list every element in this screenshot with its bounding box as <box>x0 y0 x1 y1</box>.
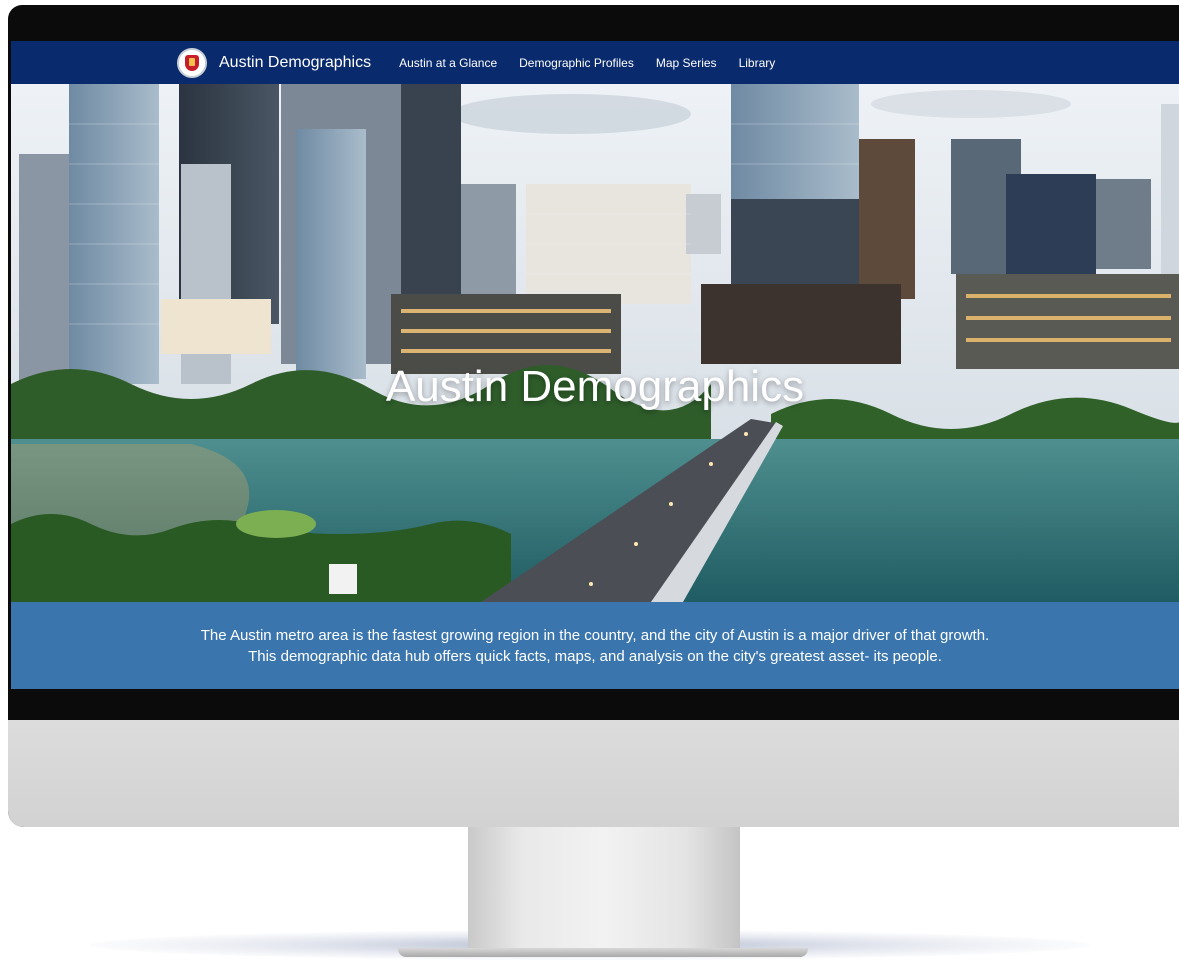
city-skyline-image <box>11 84 1179 602</box>
nav-austin-at-a-glance[interactable]: Austin at a Glance <box>399 56 497 70</box>
brand-title[interactable]: Austin Demographics <box>219 54 371 72</box>
monitor-chin <box>8 720 1179 827</box>
intro-text-line-1: The Austin metro area is the fastest gro… <box>200 626 990 644</box>
hero-title: Austin Demographics <box>385 362 805 411</box>
nav-links: Austin at a Glance Demographic Profiles … <box>399 56 797 70</box>
monitor-stand-base <box>398 948 808 957</box>
nav-library[interactable]: Library <box>739 56 776 70</box>
top-navbar: Austin Demographics Austin at a Glance D… <box>11 41 1179 84</box>
brand[interactable]: Austin Demographics <box>177 47 371 78</box>
hero-banner: Austin Demographics <box>11 84 1179 602</box>
intro-text-line-2: This demographic data hub offers quick f… <box>248 647 942 665</box>
nav-map-series[interactable]: Map Series <box>656 56 717 70</box>
nav-demographic-profiles[interactable]: Demographic Profiles <box>519 56 634 70</box>
city-seal-icon[interactable] <box>177 47 207 78</box>
monitor-frame: Austin Demographics Austin at a Glance D… <box>8 5 1179 827</box>
browser-viewport: Austin Demographics Austin at a Glance D… <box>11 41 1179 689</box>
monitor-stand <box>468 826 740 954</box>
intro-banner: The Austin metro area is the fastest gro… <box>11 602 1179 689</box>
